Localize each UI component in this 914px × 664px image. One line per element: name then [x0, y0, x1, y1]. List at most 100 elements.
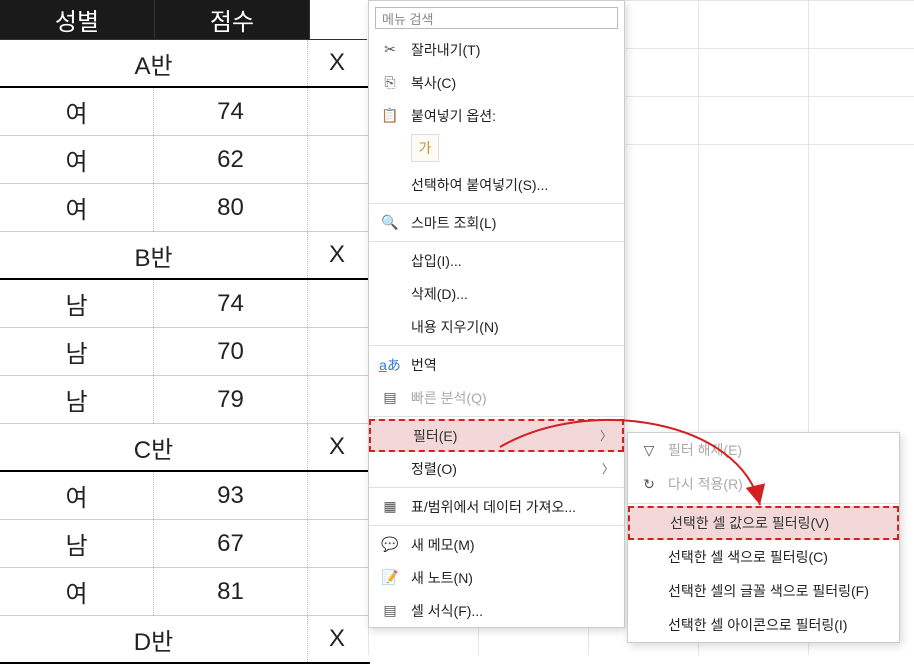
submenu-clear-filter: ▽ 필터 해제(E) — [628, 433, 899, 467]
menu-filter[interactable]: 필터(E) 〉 — [369, 419, 624, 452]
quick-analysis-icon: ▤ — [379, 389, 401, 407]
x-marker: X — [308, 616, 366, 662]
menu-label: 스마트 조회(L) — [411, 213, 614, 233]
cell-score: 81 — [154, 568, 308, 615]
copy-icon: ⎘ — [379, 74, 401, 92]
menu-format-cells[interactable]: ▤ 셀 서식(F)... — [369, 594, 624, 627]
menu-get-data[interactable]: ▦ 표/범위에서 데이터 가져오... — [369, 490, 624, 523]
table-row[interactable]: 남 74 — [0, 280, 370, 328]
table-row[interactable]: 여 81 — [0, 568, 370, 616]
blank-icon — [638, 582, 660, 600]
menu-label: 표/범위에서 데이터 가져오... — [411, 497, 614, 517]
note-icon: 📝 — [379, 569, 401, 587]
table-row[interactable]: 여 80 — [0, 184, 370, 232]
menu-label: 빠른 분석(Q) — [411, 388, 614, 408]
cell-blank — [308, 376, 366, 423]
table-row[interactable]: 여 93 — [0, 472, 370, 520]
menu-copy[interactable]: ⎘ 복사(C) — [369, 66, 624, 99]
submenu-reapply: ↻ 다시 적용(R) — [628, 467, 899, 501]
cell-gender: 남 — [0, 280, 154, 327]
submenu-filter-by-value[interactable]: 선택한 셀 값으로 필터링(V) — [628, 506, 899, 540]
table-row[interactable]: C반 X — [0, 424, 370, 472]
menu-label: 붙여넣기 옵션: — [411, 106, 614, 126]
table-row[interactable]: 남 67 — [0, 520, 370, 568]
table-icon: ▦ — [379, 498, 401, 516]
menu-paste-special[interactable]: 선택하여 붙여넣기(S)... — [369, 168, 624, 201]
menu-label: 셀 서식(F)... — [411, 601, 614, 621]
cell-score: 62 — [154, 136, 308, 183]
menu-translate[interactable]: a̲あ 번역 — [369, 348, 624, 381]
group-label: D반 — [0, 616, 308, 662]
paste-options-row: 가 — [369, 132, 624, 168]
scissors-icon: ✂ — [379, 41, 401, 59]
format-icon: ▤ — [379, 602, 401, 620]
table-row[interactable]: 여 62 — [0, 136, 370, 184]
table-row[interactable]: B반 X — [0, 232, 370, 280]
menu-smart-lookup[interactable]: 🔍 스마트 조회(L) — [369, 206, 624, 239]
search-icon: 🔍 — [379, 214, 401, 232]
cell-score: 74 — [154, 280, 308, 327]
menu-label: 복사(C) — [411, 73, 614, 93]
paste-option-button[interactable]: 가 — [411, 134, 439, 162]
submenu-label: 선택한 셀 아이콘으로 필터링(I) — [668, 615, 889, 635]
menu-label: 새 노트(N) — [411, 568, 614, 588]
cell-blank — [308, 88, 366, 135]
comment-icon: 💬 — [379, 536, 401, 554]
table-row[interactable]: 남 79 — [0, 376, 370, 424]
table-row[interactable]: 남 70 — [0, 328, 370, 376]
submenu-label: 선택한 셀 색으로 필터링(C) — [668, 547, 889, 567]
menu-delete[interactable]: 삭제(D)... — [369, 277, 624, 310]
menu-label: 새 메모(M) — [411, 535, 614, 555]
cell-score: 74 — [154, 88, 308, 135]
cell-gender: 여 — [0, 184, 154, 231]
cell-score: 93 — [154, 472, 308, 519]
cell-gender: 남 — [0, 520, 154, 567]
menu-insert[interactable]: 삽입(I)... — [369, 244, 624, 277]
menu-label: 정렬(O) — [411, 459, 602, 479]
table-row[interactable]: D반 X — [0, 616, 370, 664]
cell-score: 79 — [154, 376, 308, 423]
submenu-label: 다시 적용(R) — [668, 474, 889, 494]
menu-label: 선택하여 붙여넣기(S)... — [411, 175, 614, 195]
menu-label: 잘라내기(T) — [411, 40, 614, 60]
submenu-filter-by-icon[interactable]: 선택한 셀 아이콘으로 필터링(I) — [628, 608, 899, 642]
spreadsheet: 성별 점수 A반 X 여 74 여 62 여 80 B반 X 남 74 남 70… — [0, 0, 370, 664]
menu-sort[interactable]: 정렬(O) 〉 — [369, 452, 624, 485]
submenu-filter-by-font[interactable]: 선택한 셀의 글꼴 색으로 필터링(F) — [628, 574, 899, 608]
blank-icon — [640, 514, 662, 532]
clipboard-icon: 📋 — [379, 107, 401, 125]
menu-label: 삽입(I)... — [411, 251, 614, 271]
menu-new-note[interactable]: 📝 새 노트(N) — [369, 561, 624, 594]
cell-blank — [308, 184, 366, 231]
cell-gender: 여 — [0, 88, 154, 135]
cell-blank — [308, 280, 366, 327]
submenu-label: 선택한 셀의 글꼴 색으로 필터링(F) — [668, 581, 889, 601]
reapply-icon: ↻ — [638, 475, 660, 493]
menu-quick-analysis: ▤ 빠른 분석(Q) — [369, 381, 624, 414]
submenu-filter-by-color[interactable]: 선택한 셀 색으로 필터링(C) — [628, 540, 899, 574]
cell-blank — [308, 472, 366, 519]
blank-icon — [379, 252, 401, 270]
table-row[interactable]: 여 74 — [0, 88, 370, 136]
header-blank — [310, 0, 367, 40]
header-col-gender: 성별 — [0, 0, 155, 40]
cell-blank — [308, 328, 366, 375]
cell-gender: 여 — [0, 568, 154, 615]
translate-icon: a̲あ — [379, 356, 401, 374]
cell-score: 70 — [154, 328, 308, 375]
blank-icon — [379, 318, 401, 336]
menu-label: 삭제(D)... — [411, 284, 614, 304]
table-row[interactable]: A반 X — [0, 40, 370, 88]
blank-icon — [638, 548, 660, 566]
menu-new-comment[interactable]: 💬 새 메모(M) — [369, 528, 624, 561]
group-label: B반 — [0, 232, 308, 278]
menu-search-input[interactable]: 메뉴 검색 — [375, 7, 618, 29]
cell-gender: 여 — [0, 136, 154, 183]
menu-clear[interactable]: 내용 지우기(N) — [369, 310, 624, 343]
funnel-clear-icon: ▽ — [638, 441, 660, 459]
menu-cut[interactable]: ✂ 잘라내기(T) — [369, 33, 624, 66]
x-marker: X — [308, 40, 366, 86]
submenu-label: 선택한 셀 값으로 필터링(V) — [670, 513, 887, 533]
group-label: A반 — [0, 40, 308, 86]
x-marker: X — [308, 232, 366, 278]
